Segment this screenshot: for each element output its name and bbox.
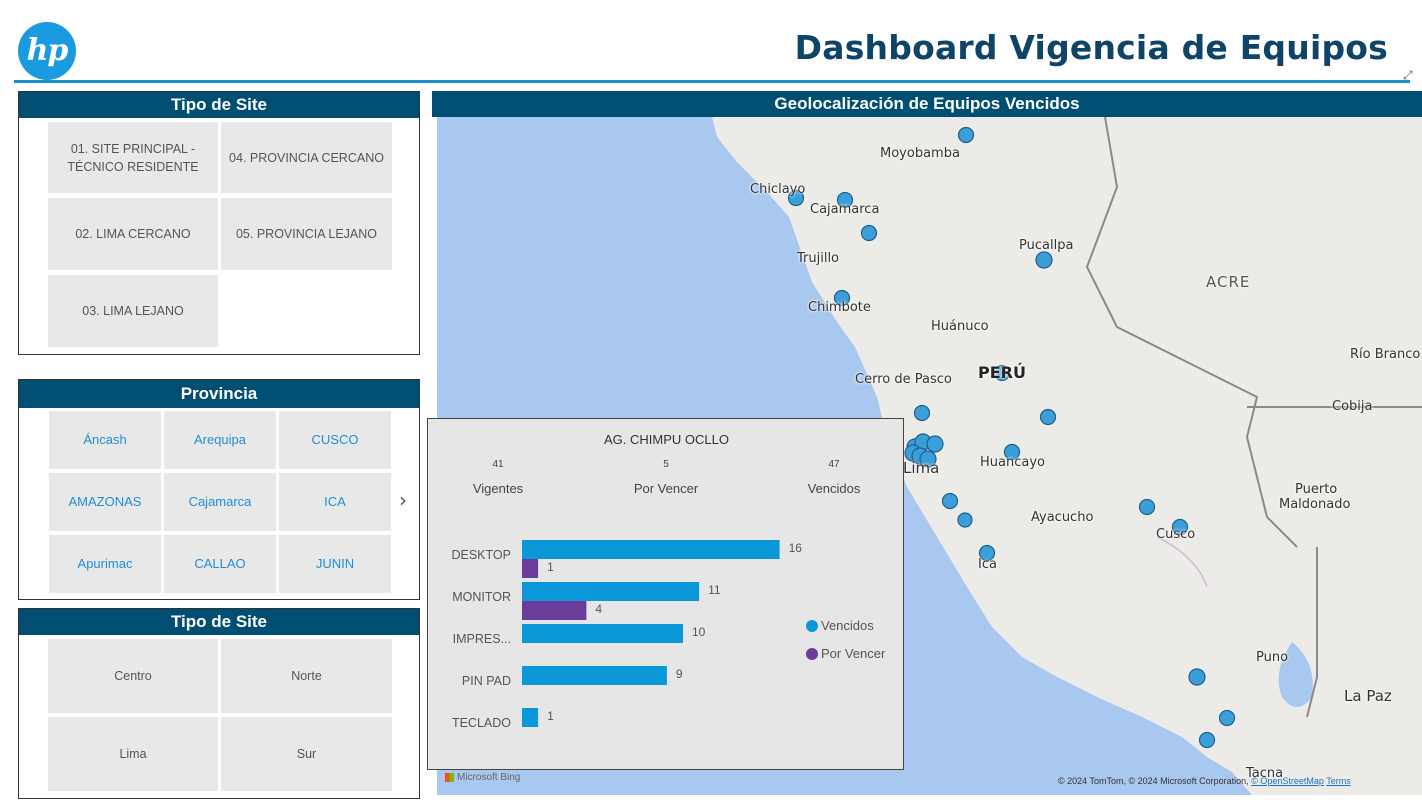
tipo-site-tile-2[interactable]: 04. PROVINCIA CERCANO xyxy=(221,122,392,193)
region-tile-lima[interactable]: Lima xyxy=(48,717,218,791)
map-label-maldonado: Maldonado xyxy=(1279,497,1351,512)
equipment-bar-chart: DESKTOP 16 1 MONITOR 11 4 IMPRES... 10 PIN PAD 9 T… xyxy=(451,540,803,730)
page-title: Dashboard Vigencia de Equipos xyxy=(794,28,1388,67)
marker[interactable] xyxy=(860,224,878,242)
hp-logo-text: hp xyxy=(26,33,69,68)
bar-vencidos[interactable] xyxy=(522,708,539,727)
map-tooltip: AG. CHIMPU OCLLO 41 Vigentes 5 Por Vence… xyxy=(427,418,904,770)
provincia-tile-amazonas[interactable]: AMAZONAS xyxy=(49,473,161,531)
map-label-lima: Lima xyxy=(903,459,940,477)
marker[interactable] xyxy=(1035,251,1053,269)
category-label: IMPRES... xyxy=(453,632,511,646)
legend-por-vencer: Por Vencer xyxy=(806,646,885,661)
category-label: DESKTOP xyxy=(451,548,511,562)
map-label-cobija: Cobija xyxy=(1332,399,1373,414)
legend-vencidos-label: Vencidos xyxy=(821,618,874,633)
region-tile-sur[interactable]: Sur xyxy=(221,717,392,791)
tipo-site-slicer-2-title: Tipo de Site xyxy=(19,609,419,635)
map-label-peru: PERÚ xyxy=(978,363,1026,382)
marker[interactable] xyxy=(1138,498,1156,516)
legend-por-vencer-dot xyxy=(806,647,818,660)
provincia-tile-ancash[interactable]: Áncash xyxy=(49,411,161,469)
provincia-slicer-title: Provincia xyxy=(19,380,419,408)
map-label-trujillo: Trujillo xyxy=(797,251,840,266)
bar-vencidos[interactable] xyxy=(522,540,780,559)
provincia-tile-cajamarca[interactable]: Cajamarca xyxy=(164,473,276,531)
marker[interactable] xyxy=(1198,731,1216,749)
data-label: 11 xyxy=(708,583,721,597)
provincia-tile-callao[interactable]: CALLAO xyxy=(164,535,276,593)
map-attribution: © 2024 TomTom, © 2024 Microsoft Corporat… xyxy=(1058,776,1351,786)
marker[interactable] xyxy=(957,126,975,144)
marker[interactable] xyxy=(941,492,959,510)
expand-icon[interactable]: ⤢ xyxy=(1403,68,1413,83)
bing-logo: Microsoft Bing xyxy=(445,772,520,783)
tipo-site-slicer-1: Tipo de Site 01. SITE PRINCIPAL - TÉCNIC… xyxy=(18,91,420,355)
bar-vencidos[interactable] xyxy=(522,582,700,601)
attribution-text: © 2024 TomTom, © 2024 Microsoft Corporat… xyxy=(1058,776,1252,786)
marker[interactable] xyxy=(926,435,944,453)
map-label-cajamarca: Cajamarca xyxy=(810,202,880,217)
tipo-site-tile-4[interactable]: 05. PROVINCIA LEJANO xyxy=(221,198,392,270)
marker[interactable] xyxy=(913,404,931,422)
map-label-cusco: Cusco xyxy=(1156,527,1196,542)
tipo-site-tile-1[interactable]: 01. SITE PRINCIPAL - TÉCNICO RESIDENTE xyxy=(48,122,218,193)
provincia-tile-cusco[interactable]: CUSCO xyxy=(279,411,391,469)
map-label-acre: ACRE xyxy=(1206,273,1251,291)
bar-vencidos[interactable] xyxy=(522,666,667,685)
chevron-right-icon[interactable]: › xyxy=(399,488,407,512)
category-label: PIN PAD xyxy=(462,674,511,688)
tipo-site-tile-3[interactable]: 02. LIMA CERCANO xyxy=(48,198,218,270)
map-label-ayacucho: Ayacucho xyxy=(1031,510,1094,525)
hp-logo: hp xyxy=(18,22,76,80)
provincia-tile-ica[interactable]: ICA xyxy=(279,473,391,531)
microsoft-icon xyxy=(445,773,454,782)
map-label-ica: Ica xyxy=(978,557,997,572)
map-label-huanuco: Huánuco xyxy=(931,319,989,334)
osm-link[interactable]: © OpenStreetMap xyxy=(1251,776,1324,786)
provincia-tile-arequipa[interactable]: Arequipa xyxy=(164,411,276,469)
map-label-puerto: Puerto xyxy=(1295,482,1338,497)
category-label: TECLADO xyxy=(452,716,511,730)
map-label-cerro: Cerro de Pasco xyxy=(855,372,952,387)
marker[interactable] xyxy=(957,512,973,528)
category-label: MONITOR xyxy=(452,590,511,604)
provincia-tile-junin[interactable]: JUNIN xyxy=(279,535,391,593)
region-tile-norte[interactable]: Norte xyxy=(221,639,392,713)
map-label-chiclayo: Chiclayo xyxy=(750,182,806,197)
data-label: 9 xyxy=(676,667,683,681)
provincia-tile-apurimac[interactable]: Apurimac xyxy=(49,535,161,593)
title-divider xyxy=(14,80,1410,83)
data-label: 16 xyxy=(789,541,803,555)
provincia-slicer: Provincia Áncash Arequipa CUSCO AMAZONAS… xyxy=(18,379,420,600)
map-label-puno: Puno xyxy=(1256,650,1289,665)
map-label-pucallpa: Pucallpa xyxy=(1019,238,1074,253)
bar-por-vencer[interactable] xyxy=(522,601,587,620)
data-label: 10 xyxy=(692,625,706,639)
map-label-huancayo: Huancayo xyxy=(980,455,1045,470)
bar-por-vencer[interactable] xyxy=(522,559,539,578)
marker[interactable] xyxy=(1188,668,1206,686)
map-label-la-paz: La Paz xyxy=(1344,687,1392,705)
data-label: 4 xyxy=(595,602,602,616)
marker[interactable] xyxy=(1039,408,1057,426)
map-label-moyobamba: Moyobamba xyxy=(880,146,960,161)
terms-link[interactable]: Terms xyxy=(1326,776,1351,786)
region-tile-centro[interactable]: Centro xyxy=(48,639,218,713)
marker[interactable] xyxy=(1218,709,1236,727)
tipo-site-slicer-1-title: Tipo de Site xyxy=(19,92,419,118)
map-title: Geolocalización de Equipos Vencidos xyxy=(432,91,1422,117)
map-label-chimbote: Chimbote xyxy=(808,300,871,315)
bar-vencidos[interactable] xyxy=(522,624,683,643)
legend-por-vencer-label: Por Vencer xyxy=(821,646,886,661)
tipo-site-slicer-2: Tipo de Site Centro Norte Lima Sur xyxy=(18,608,420,799)
data-label: 1 xyxy=(547,560,554,574)
legend-vencidos: Vencidos xyxy=(806,618,874,633)
tipo-site-tile-5[interactable]: 03. LIMA LEJANO xyxy=(48,275,218,347)
data-label: 1 xyxy=(547,709,554,723)
bing-label: Microsoft Bing xyxy=(457,772,521,783)
map-label-rio-branco: Río Branco xyxy=(1350,347,1421,362)
legend-vencidos-dot xyxy=(806,619,818,632)
